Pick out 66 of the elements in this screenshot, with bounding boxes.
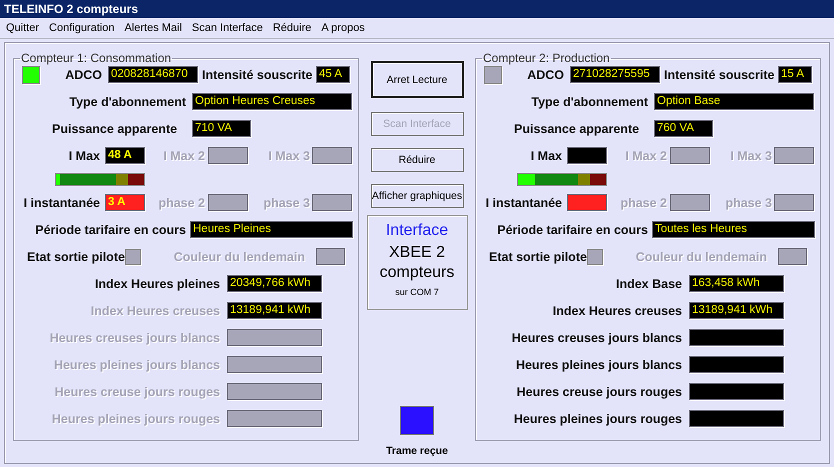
interface-name: XBEE 2 compteurs: [378, 243, 456, 283]
field-label: phase 2: [619, 196, 667, 210]
field-label: I Max: [530, 148, 562, 162]
field-label: I Max 3: [729, 148, 772, 162]
value-field: 20349,766 kWh: [227, 275, 322, 292]
action-button[interactable]: Arret Lecture: [370, 61, 464, 98]
port-label: sur COM 7: [395, 287, 439, 297]
value-field: 48 A: [105, 147, 145, 164]
menu-item[interactable]: Scan Interface: [192, 22, 263, 34]
field-label: I instantanée: [22, 196, 100, 210]
interface-heading: Interface: [386, 222, 448, 240]
value-field: 020828146870: [108, 66, 198, 83]
field-label: Heures pleines jours rouges: [50, 412, 220, 426]
field-label: Heures pleines jours rouges: [512, 412, 682, 426]
field-label: Couleur du lendemain: [172, 250, 305, 264]
menu-item[interactable]: Réduire: [272, 22, 312, 34]
field-label: ADCO: [526, 68, 564, 82]
field-label: Heures creuse jours rouges: [54, 384, 220, 398]
action-button[interactable]: Réduire: [370, 148, 464, 172]
field-label: Période tarifaire en cours: [496, 222, 648, 236]
value-field: 3 A: [105, 194, 145, 211]
action-button[interactable]: Afficher graphiques: [370, 184, 464, 208]
field-label: I Max 2: [624, 148, 667, 162]
field-label: phase 3: [724, 196, 772, 210]
menu-item[interactable]: A propos: [321, 22, 365, 34]
field-label: I Max 3: [267, 148, 310, 162]
field-label: I Max 2: [162, 148, 205, 162]
field-label: Type d'abonnement: [68, 94, 186, 108]
panel-title: Compteur 2: Production: [482, 51, 611, 65]
panel-title: Compteur 1: Consommation: [20, 51, 172, 65]
field-label: Heures creuse jours rouges: [516, 384, 682, 398]
frame-label: Trame reçue: [386, 445, 448, 457]
menu-item[interactable]: Configuration: [49, 22, 114, 34]
window-title: TELEINFO 2 compteurs: [0, 0, 834, 18]
value-field: 710 VA: [192, 120, 251, 137]
value-field: 45 A: [316, 66, 350, 83]
value-field: 15 A: [778, 66, 812, 83]
field-label: Heures pleines jours blancs: [52, 358, 220, 372]
value-field: 163,458 kWh: [689, 275, 784, 292]
field-label: Index Base: [614, 276, 682, 290]
value-field: 271028275595: [570, 66, 660, 83]
menu-item[interactable]: Quitter: [6, 22, 40, 34]
field-label: phase 3: [262, 196, 310, 210]
value-field: Heures Pleines: [190, 221, 353, 238]
menu-item[interactable]: Alertes Mail: [124, 22, 182, 34]
value-field: Option Heures Creuses: [192, 93, 352, 110]
field-label: Heures pleines jours blancs: [514, 358, 682, 372]
field-label: Heures creuses jours blancs: [48, 330, 220, 344]
field-label: Heures creuses jours blancs: [510, 330, 682, 344]
value-field: 13189,941 kWh: [689, 302, 784, 319]
field-label: Index Heures creuses: [90, 304, 220, 318]
value-field: Option Base: [654, 93, 814, 110]
field-label: Intensité souscrite: [202, 68, 310, 82]
field-label: ADCO: [64, 68, 102, 82]
field-label: Intensité souscrite: [664, 68, 772, 82]
field-label: Type d'abonnement: [530, 94, 648, 108]
field-label: I instantanée: [484, 196, 562, 210]
field-label: phase 2: [157, 196, 205, 210]
field-label: Index Heures pleines: [94, 276, 220, 290]
value-field: Toutes les Heures: [652, 221, 815, 238]
field-label: I Max: [68, 148, 100, 162]
field-label: Index Heures creuses: [552, 304, 682, 318]
value-field: 13189,941 kWh: [227, 302, 322, 319]
field-label: Période tarifaire en cours: [34, 222, 186, 236]
value-field: 760 VA: [654, 120, 713, 137]
field-label: Couleur du lendemain: [634, 250, 767, 264]
